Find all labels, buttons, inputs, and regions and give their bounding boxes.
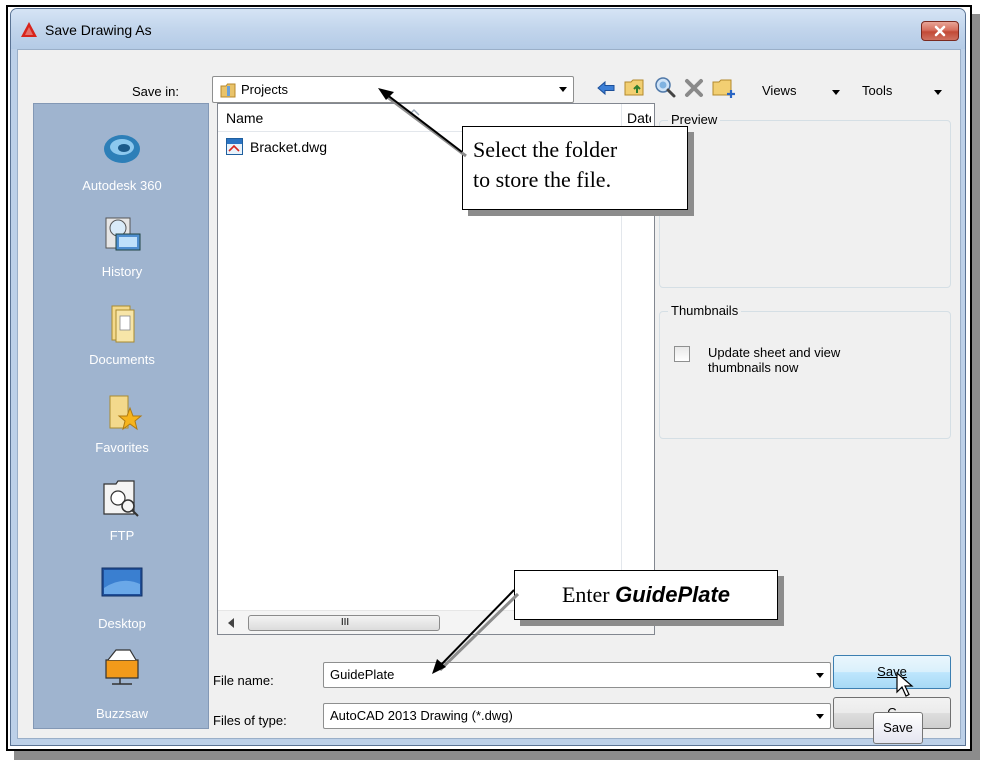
- arrow-shadow: [438, 592, 520, 672]
- save-tooltip: Save: [873, 712, 923, 744]
- folder-arrow-line: [385, 93, 463, 153]
- tooltip-text: Save: [883, 720, 913, 735]
- filename-arrow-line: [437, 589, 515, 669]
- annotation-arrows: [378, 88, 520, 674]
- mouse-pointer-icon: [896, 672, 914, 697]
